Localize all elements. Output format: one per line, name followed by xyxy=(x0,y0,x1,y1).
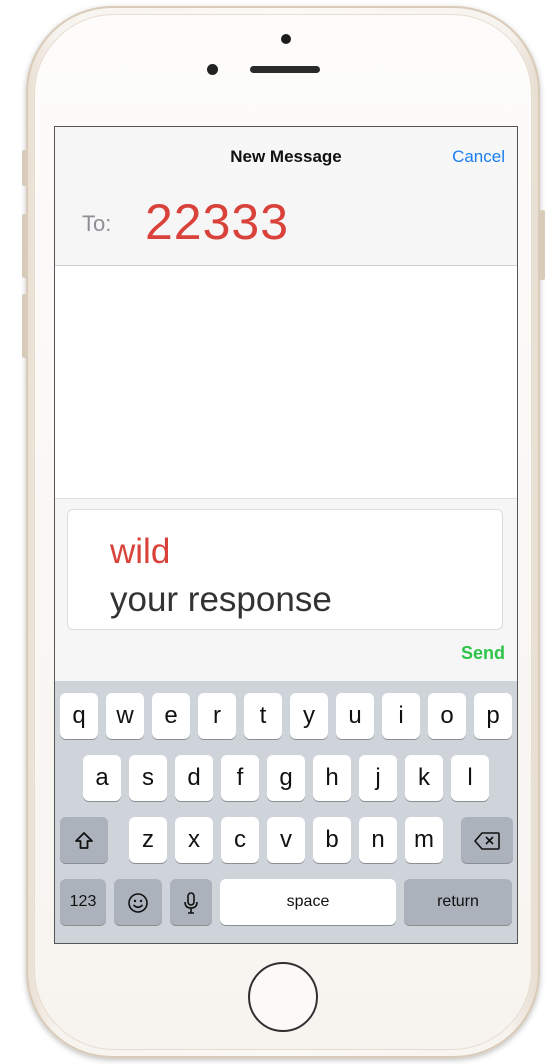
key-u[interactable]: u xyxy=(336,693,374,739)
message-input[interactable]: wild your response xyxy=(67,509,503,630)
key-q[interactable]: q xyxy=(60,693,98,739)
key-h[interactable]: h xyxy=(313,755,351,801)
power-button xyxy=(540,210,545,280)
key-v[interactable]: v xyxy=(267,817,305,863)
recipient-field[interactable]: To: 22333 xyxy=(55,183,517,266)
key-f[interactable]: f xyxy=(221,755,259,801)
key-l[interactable]: l xyxy=(451,755,489,801)
key-n[interactable]: n xyxy=(359,817,397,863)
message-hint: your response xyxy=(110,580,332,619)
earpiece-speaker xyxy=(250,66,320,73)
key-t[interactable]: t xyxy=(244,693,282,739)
key-c[interactable]: c xyxy=(221,817,259,863)
key-r[interactable]: r xyxy=(198,693,236,739)
shift-icon xyxy=(75,831,93,849)
message-keyword: wild xyxy=(110,532,171,571)
message-thread xyxy=(55,266,517,498)
key-s[interactable]: s xyxy=(129,755,167,801)
key-m[interactable]: m xyxy=(405,817,443,863)
volume-down-button xyxy=(22,294,27,358)
key-b[interactable]: b xyxy=(313,817,351,863)
key-d[interactable]: d xyxy=(175,755,213,801)
key-w[interactable]: w xyxy=(106,693,144,739)
key-z[interactable]: z xyxy=(129,817,167,863)
key-i[interactable]: i xyxy=(382,693,420,739)
key-g[interactable]: g xyxy=(267,755,305,801)
page-title: New Message xyxy=(230,147,342,166)
phone-screen: New Message Cancel To: 22333 wild your r… xyxy=(54,126,518,944)
keyboard: q w e r t y u i o p a s d f g h j k l z … xyxy=(55,681,517,943)
recipient-label: To: xyxy=(82,211,112,236)
cancel-button[interactable]: Cancel xyxy=(452,147,505,167)
microphone-icon xyxy=(184,891,198,914)
space-key[interactable]: space xyxy=(220,879,396,925)
key-e[interactable]: e xyxy=(152,693,190,739)
sensor-icon xyxy=(207,64,218,75)
shift-key[interactable] xyxy=(60,817,108,863)
key-j[interactable]: j xyxy=(359,755,397,801)
delete-key[interactable] xyxy=(461,817,513,863)
mute-switch xyxy=(22,150,27,186)
key-a[interactable]: a xyxy=(83,755,121,801)
emoji-icon xyxy=(128,892,148,913)
dictation-key[interactable] xyxy=(170,879,212,925)
compose-area: wild your response Send xyxy=(55,498,517,682)
key-p[interactable]: p xyxy=(474,693,512,739)
send-button[interactable]: Send xyxy=(461,643,505,664)
return-key[interactable]: return xyxy=(404,879,512,925)
camera-icon xyxy=(281,34,291,44)
key-o[interactable]: o xyxy=(428,693,466,739)
navigation-bar: New Message Cancel xyxy=(55,127,517,184)
delete-icon xyxy=(474,831,500,850)
emoji-key[interactable] xyxy=(114,879,162,925)
volume-up-button xyxy=(22,214,27,278)
key-k[interactable]: k xyxy=(405,755,443,801)
recipient-value[interactable]: 22333 xyxy=(145,193,289,251)
numbers-key[interactable]: 123 xyxy=(60,879,106,925)
key-x[interactable]: x xyxy=(175,817,213,863)
home-button[interactable] xyxy=(248,962,318,1032)
key-y[interactable]: y xyxy=(290,693,328,739)
